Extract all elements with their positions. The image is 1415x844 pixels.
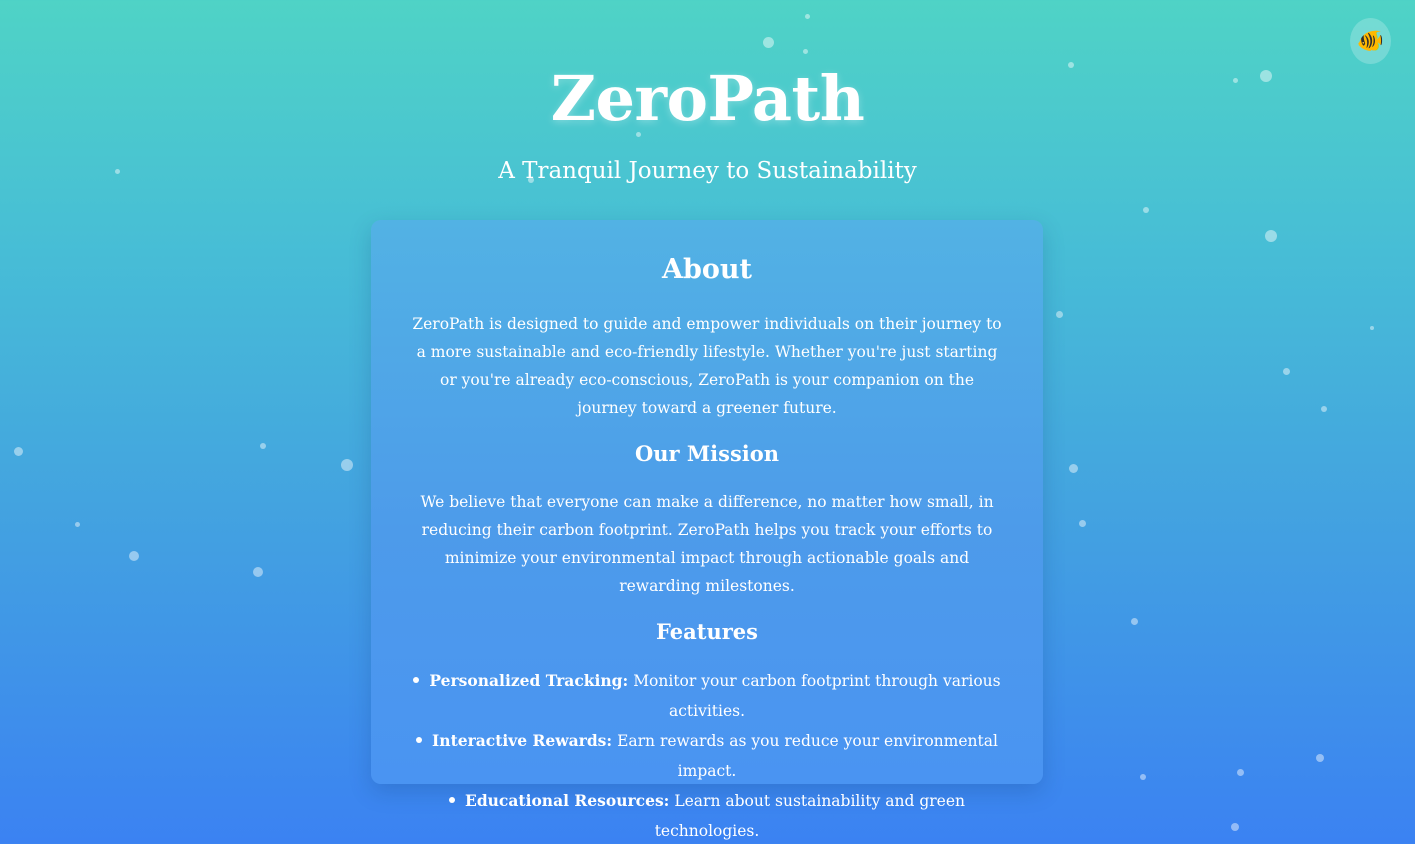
list-item: Personalized Tracking: Monitor your carb… xyxy=(411,666,1003,726)
list-item: Interactive Rewards: Earn rewards as you… xyxy=(411,726,1003,786)
bubble xyxy=(1370,326,1374,330)
bubble xyxy=(1283,368,1290,375)
page-header: ZeroPath A Tranquil Journey to Sustainab… xyxy=(0,60,1415,186)
bubble xyxy=(763,37,774,48)
bubble xyxy=(1069,464,1078,473)
feature-label: Interactive Rewards: xyxy=(432,731,613,750)
feature-text: Learn about sustainability and green tec… xyxy=(654,792,965,840)
features-list: Personalized Tracking: Monitor your carb… xyxy=(411,666,1003,844)
bubble xyxy=(803,49,808,54)
bullet-icon xyxy=(413,677,420,683)
bullet-icon xyxy=(449,797,456,803)
bubble xyxy=(1131,618,1138,625)
page-title: ZeroPath xyxy=(550,62,865,135)
bullet-icon xyxy=(416,737,423,743)
fish-toggle-button[interactable]: 🐠 xyxy=(1350,18,1391,64)
bubble xyxy=(341,459,353,471)
bubble xyxy=(1056,311,1063,318)
feature-text: Monitor your carbon footprint through va… xyxy=(633,672,1001,720)
about-text: ZeroPath is designed to guide and empowe… xyxy=(412,315,1002,417)
page-subtitle: A Tranquil Journey to Sustainability xyxy=(498,158,917,184)
feature-label: Educational Resources: xyxy=(465,791,670,810)
bubble xyxy=(1321,406,1327,412)
bubble xyxy=(1079,520,1086,527)
mission-heading: Our Mission xyxy=(634,441,780,466)
bubble xyxy=(1237,769,1244,776)
feature-label: Personalized Tracking: xyxy=(429,671,629,690)
features-heading: Features xyxy=(656,619,758,644)
bubble xyxy=(260,443,266,449)
bubble xyxy=(75,522,80,527)
bubble xyxy=(1265,230,1277,242)
mission-text: We believe that everyone can make a diff… xyxy=(420,493,994,595)
list-item: Educational Resources: Learn about susta… xyxy=(411,786,1003,844)
bubble xyxy=(1143,207,1149,213)
bubble xyxy=(129,551,139,561)
bubble xyxy=(1140,774,1146,780)
fish-icon: 🐠 xyxy=(1356,28,1385,54)
bubble xyxy=(1231,823,1239,831)
about-card: About ZeroPath is designed to guide and … xyxy=(371,220,1043,840)
feature-text: Earn rewards as you reduce your environm… xyxy=(617,732,998,780)
bubble xyxy=(1316,754,1324,762)
bubble xyxy=(14,447,23,456)
about-heading: About xyxy=(662,254,752,285)
bubble xyxy=(253,567,263,577)
bubble xyxy=(805,14,810,19)
